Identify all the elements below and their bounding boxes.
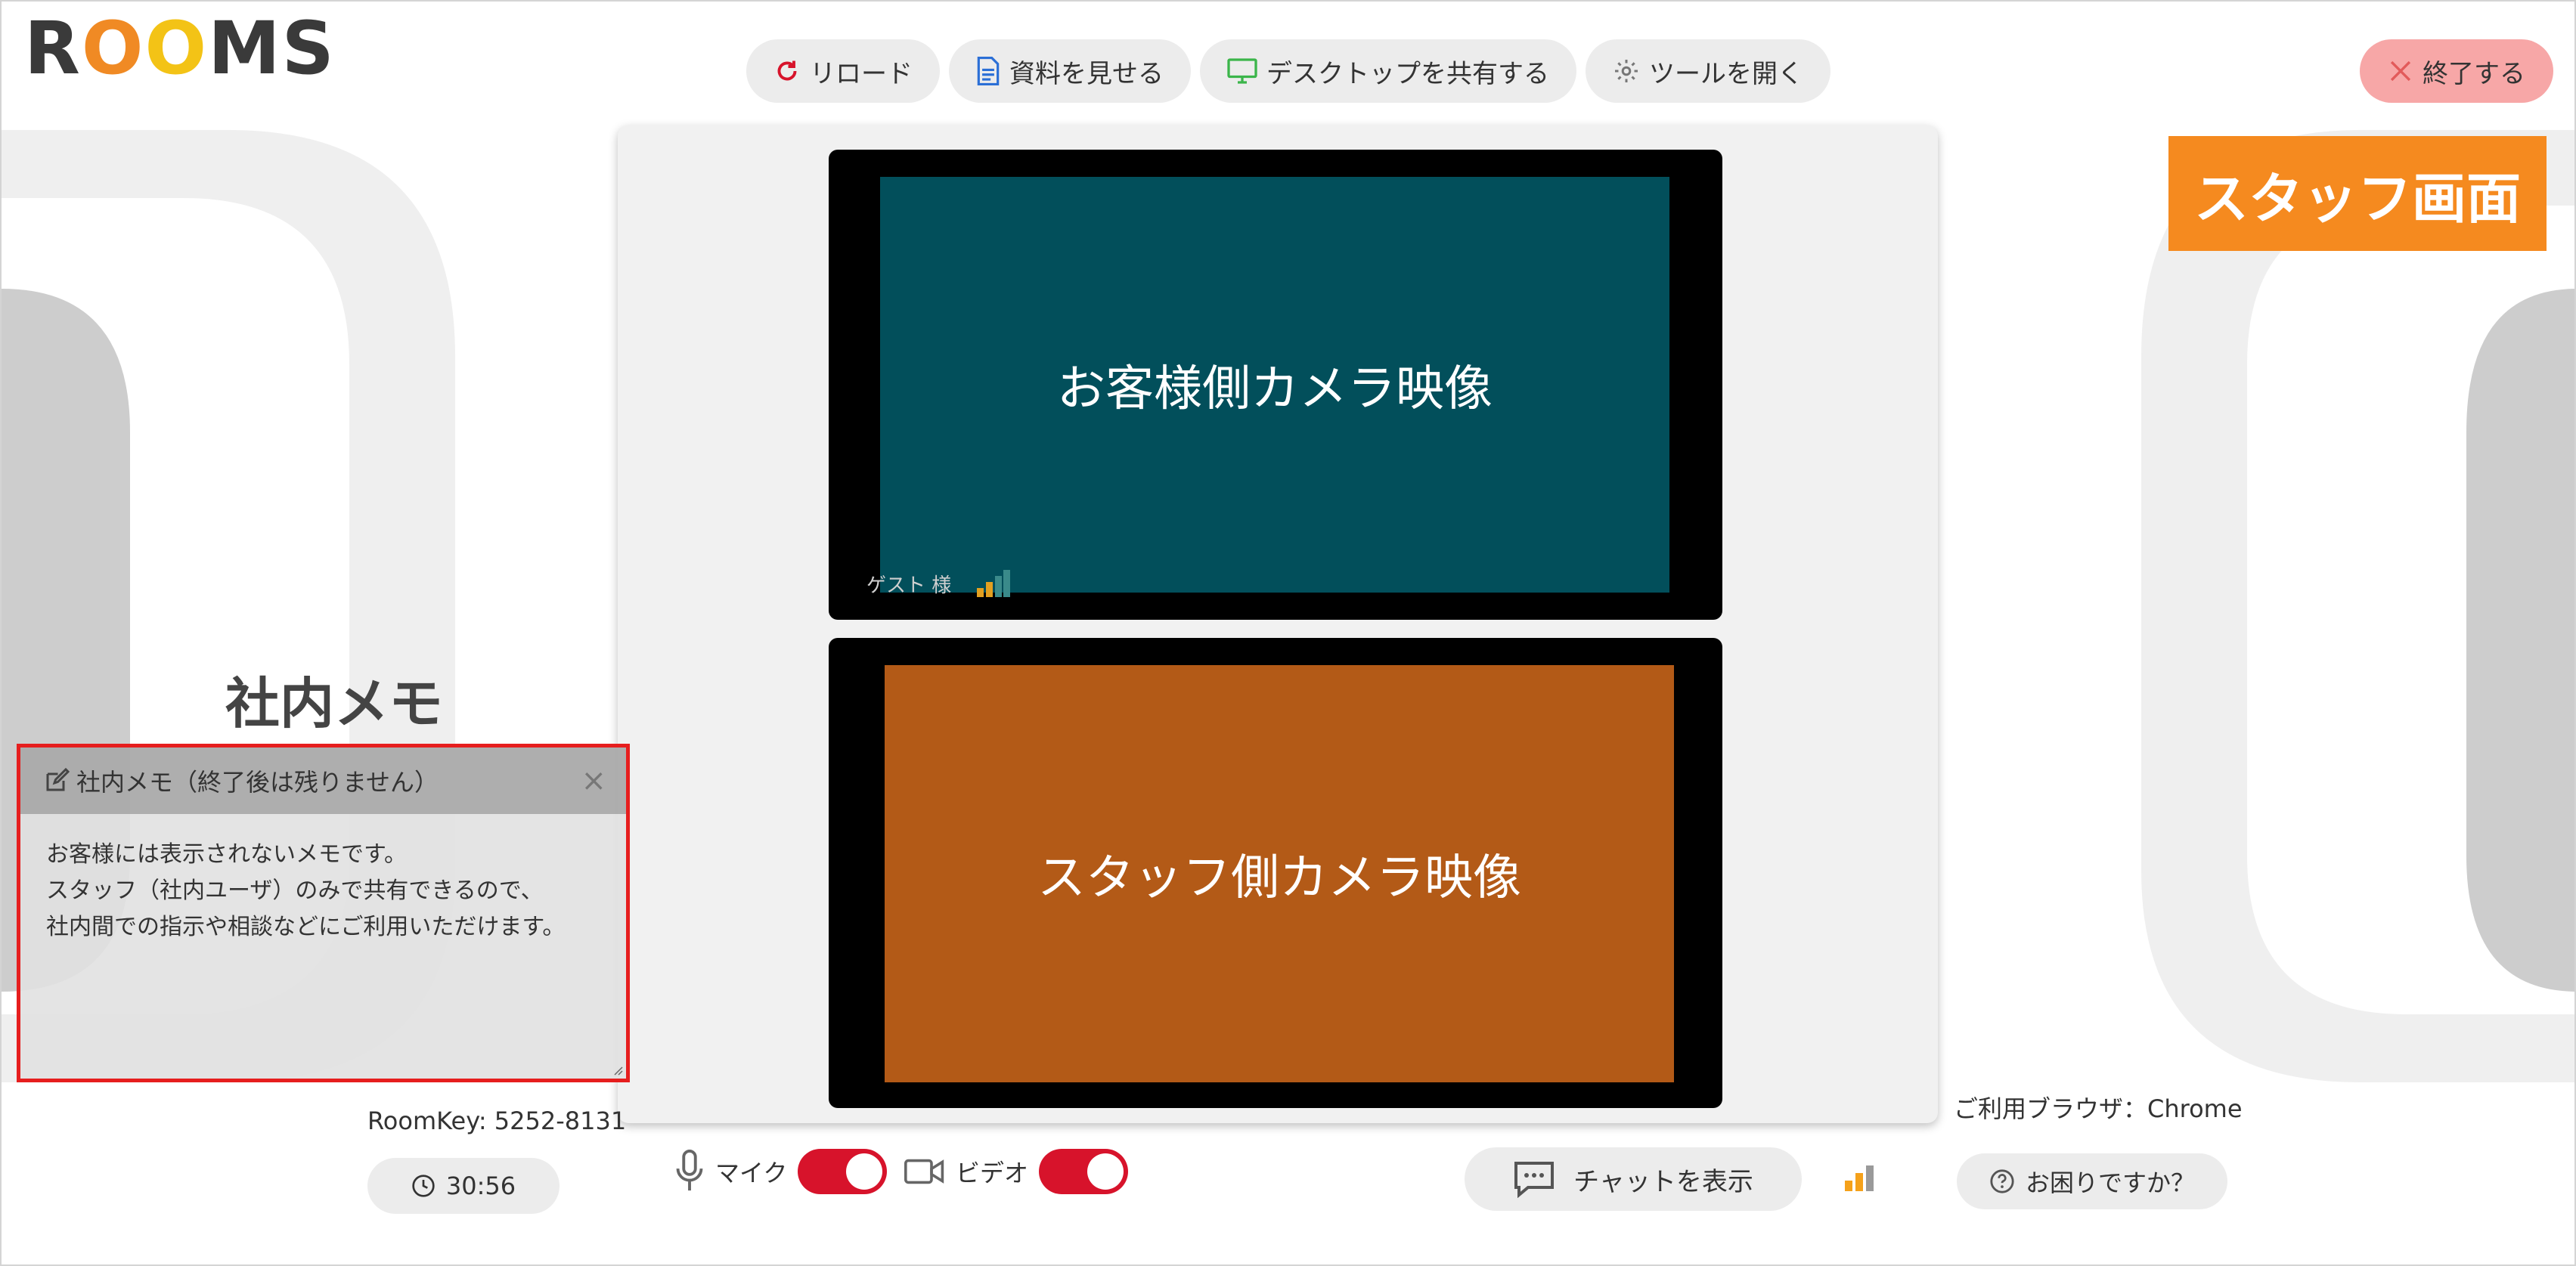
logo-letter: S: [281, 6, 336, 91]
show-documents-button[interactable]: 資料を見せる: [949, 39, 1191, 103]
show-documents-label: 資料を見せる: [1009, 58, 1164, 89]
memo-text-line: 社内間での指示や相談などにご利用いただけます。: [46, 914, 566, 940]
video-label: ビデオ: [956, 1159, 1029, 1187]
video-camera-icon: [904, 1159, 944, 1184]
logo-letter: O: [144, 6, 209, 91]
mic-label: マイク: [715, 1159, 788, 1187]
rooms-logo: ROOMS: [24, 12, 336, 85]
browser-info: ご利用ブラウザ：Chrome: [1954, 1094, 2243, 1123]
open-tools-label: ツールを開く: [1649, 58, 1803, 89]
memo-close-button[interactable]: ×: [581, 766, 606, 796]
staff-video-frame: スタッフ側カメラ映像: [829, 638, 1722, 1108]
resize-handle-icon[interactable]: [611, 1063, 623, 1076]
mic-control: マイク: [674, 1149, 888, 1194]
edit-icon: [46, 767, 70, 791]
app-window: ROOMS リロード 資料を見せる デスクトップを共有する ツールを開く 終了す…: [0, 0, 2576, 1266]
memo-text-line: スタッフ（社内ユーザ）のみで共有できるので、: [46, 878, 544, 904]
staff-video-label: スタッフ側カメラ映像: [1037, 850, 1521, 906]
guest-signal-icon: [977, 570, 1010, 597]
video-toggle[interactable]: [1039, 1149, 1129, 1194]
help-label: お困りですか？: [2025, 1168, 2195, 1197]
customer-video-frame: お客様側カメラ映像: [829, 150, 1722, 620]
memo-header: 社内メモ（終了後は残りません）: [20, 748, 626, 814]
show-chat-label: チャットを表示: [1573, 1166, 1753, 1197]
open-tools-button[interactable]: ツールを開く: [1586, 39, 1830, 103]
share-desktop-label: デスクトップを共有する: [1266, 58, 1549, 89]
staff-camera-video: スタッフ側カメラ映像: [885, 665, 1674, 1082]
memo-panel-title: 社内メモ（終了後は残りません）: [76, 768, 439, 797]
close-icon: [2390, 60, 2411, 82]
end-session-label: 終了する: [2423, 58, 2525, 89]
customer-camera-video: お客様側カメラ映像: [880, 177, 1669, 593]
mic-toggle[interactable]: [798, 1149, 888, 1194]
microphone-icon: [676, 1150, 703, 1191]
gear-icon: [1615, 60, 1638, 82]
monitor-icon: [1227, 58, 1257, 84]
share-desktop-button[interactable]: デスクトップを共有する: [1200, 39, 1576, 103]
logo-letter: R: [24, 6, 82, 91]
guest-name: ゲスト 様: [866, 574, 952, 597]
memo-heading: 社内メモ: [225, 672, 444, 735]
customer-video-label: お客様側カメラ映像: [1057, 361, 1493, 417]
background-decoration-right: [2141, 130, 2574, 1082]
logo-letter: M: [208, 6, 282, 91]
chat-icon: [1514, 1162, 1555, 1198]
staff-screen-badge: スタッフ画面: [2168, 136, 2547, 251]
help-icon: [1990, 1169, 2014, 1193]
reload-button[interactable]: リロード: [746, 39, 940, 103]
connection-signal-icon: [1845, 1165, 1874, 1191]
video-control: ビデオ: [904, 1149, 1129, 1194]
room-key: RoomKey: 5252-8131: [367, 1107, 627, 1135]
logo-letter: O: [81, 6, 145, 91]
reload-icon: [777, 60, 797, 81]
timer-value: 30:56: [445, 1172, 516, 1200]
end-session-button[interactable]: 終了する: [2360, 39, 2553, 103]
memo-textarea[interactable]: お客様には表示されないメモです。 スタッフ（社内ユーザ）のみで共有できるので、 …: [20, 814, 626, 1079]
document-icon: [977, 57, 1000, 85]
reload-label: リロード: [810, 58, 913, 89]
show-chat-button[interactable]: チャットを表示: [1465, 1147, 1802, 1211]
internal-memo-panel: 社内メモ（終了後は残りません） × お客様には表示されないメモです。 スタッフ（…: [17, 744, 630, 1082]
top-toolbar: リロード 資料を見せる デスクトップを共有する ツールを開く: [746, 39, 1830, 103]
help-button[interactable]: お困りですか？: [1957, 1153, 2227, 1209]
clock-icon: [412, 1175, 435, 1197]
memo-text-line: お客様には表示されないメモです。: [46, 841, 407, 868]
session-timer: 30:56: [367, 1158, 560, 1214]
